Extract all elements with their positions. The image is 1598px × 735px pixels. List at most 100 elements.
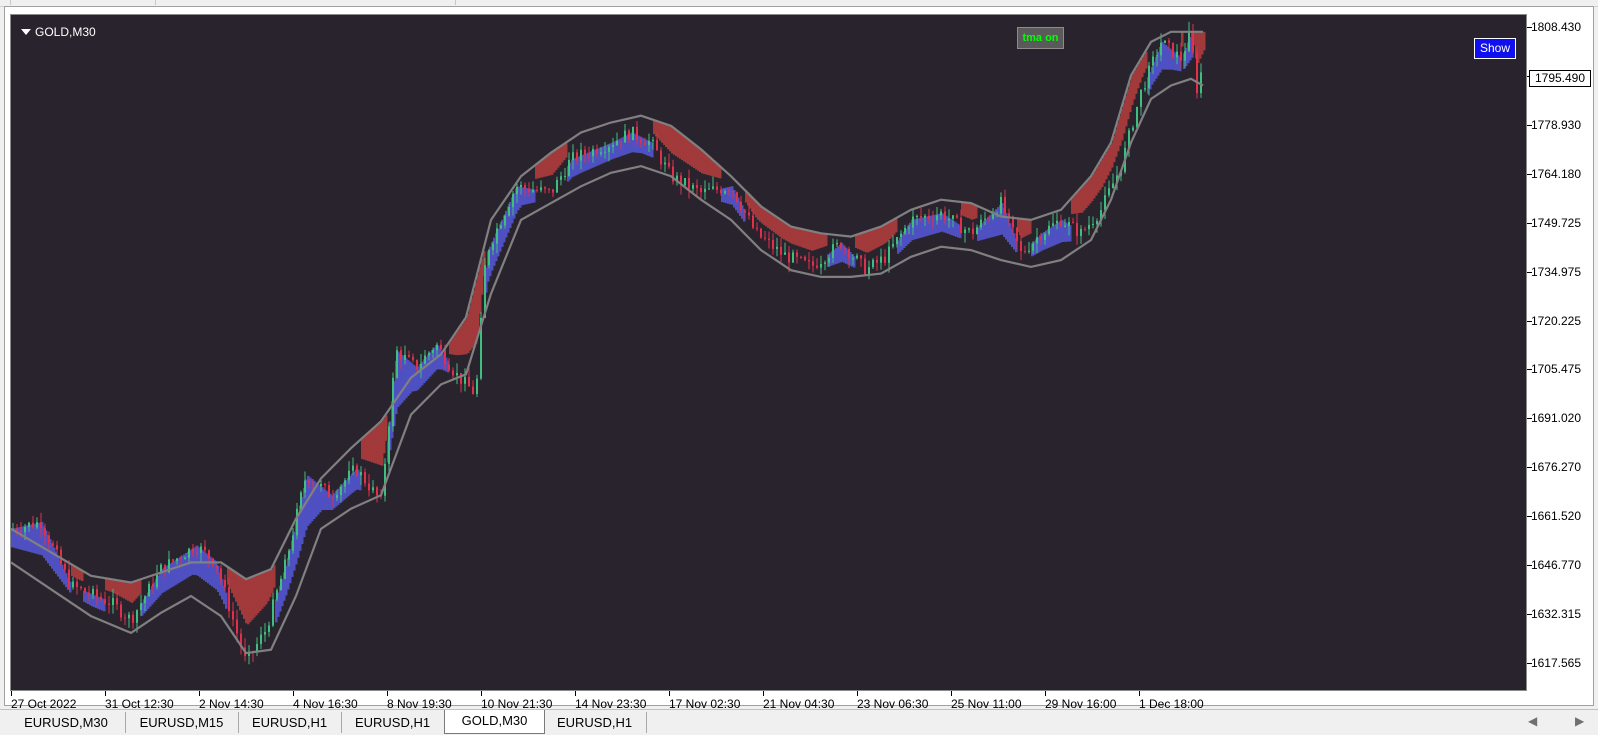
plot-area[interactable]: GOLD,M30 tma on Show <box>10 14 1527 691</box>
tma-badge[interactable]: tma on <box>1017 27 1064 49</box>
candle-body <box>728 191 730 193</box>
candle-body <box>860 255 862 259</box>
candle-body <box>1136 106 1138 128</box>
candle-body <box>400 350 402 360</box>
candle-body <box>916 215 918 217</box>
candle-body <box>1180 51 1182 61</box>
candle-body <box>600 152 602 154</box>
tma-upper-band <box>11 30 1203 584</box>
candle-body <box>436 344 438 351</box>
candle-body <box>216 565 218 569</box>
candle-body <box>580 149 582 161</box>
candle-body <box>592 148 594 157</box>
candle-body <box>944 211 946 221</box>
chart-window[interactable]: GOLD,M30 tma on Show 1808.4301793.680177… <box>4 6 1594 711</box>
candle-body <box>48 535 50 544</box>
candle-body <box>572 152 574 161</box>
tab-eurusd-h1[interactable]: EURUSD,H1 <box>543 712 647 733</box>
candle-body <box>128 614 130 619</box>
tab-eurusd-m15[interactable]: EURUSD,M15 <box>125 712 239 733</box>
price-axis-label: 1632.315 <box>1530 607 1581 622</box>
price-axis-label: 1661.520 <box>1530 509 1581 524</box>
scroll-left-icon[interactable]: ◀ <box>1528 714 1537 728</box>
price-axis-label: 1691.020 <box>1530 411 1581 426</box>
candle-body <box>492 243 494 251</box>
candle-body <box>300 492 302 509</box>
show-button[interactable]: Show <box>1474 38 1516 59</box>
candle-body <box>220 568 222 580</box>
tma-fill-slice <box>1029 219 1032 234</box>
candle-body <box>440 344 442 350</box>
candle-body <box>924 215 926 218</box>
candle-body <box>748 212 750 216</box>
candle-body <box>540 187 542 191</box>
candle-body <box>800 256 802 258</box>
candle-body <box>264 631 266 635</box>
time-tick <box>575 691 576 696</box>
tab-eurusd-h1[interactable]: EURUSD,H1 <box>238 712 342 733</box>
candle-body <box>408 354 410 357</box>
candle-body <box>296 508 298 536</box>
candle-body <box>312 483 314 485</box>
tma-fill-slice <box>139 579 142 595</box>
candle-body <box>416 359 418 370</box>
candle-body <box>624 130 626 143</box>
candle-body <box>544 187 546 189</box>
candle-body <box>928 215 930 219</box>
candle-body <box>156 573 158 588</box>
candle-body <box>552 189 554 193</box>
symbol-dropdown[interactable]: GOLD,M30 <box>21 25 96 39</box>
tma-fill-slice <box>1145 51 1148 69</box>
candle-body <box>28 522 30 527</box>
candle-body <box>912 216 914 228</box>
candle-body <box>648 140 650 146</box>
price-chart[interactable] <box>11 15 1526 690</box>
candle-body <box>900 233 902 238</box>
tab-eurusd-h1[interactable]: EURUSD,H1 <box>341 712 445 733</box>
candle-body <box>184 557 186 560</box>
candle-body <box>828 257 830 263</box>
candle-body <box>468 376 470 387</box>
candle-body <box>1112 183 1114 189</box>
candle-body <box>768 238 770 240</box>
candle-body <box>1072 222 1074 224</box>
time-tick <box>293 691 294 696</box>
candle-body <box>504 215 506 226</box>
scroll-right-icon[interactable]: ▶ <box>1575 714 1584 728</box>
candle-body <box>656 139 658 151</box>
candle-body <box>588 154 590 157</box>
candle-body <box>328 485 330 498</box>
tma-fill-slice <box>895 218 898 233</box>
candle-body <box>528 188 530 193</box>
candle-body <box>496 228 498 244</box>
candle-body <box>488 250 490 266</box>
tma-fill-slice <box>385 415 388 441</box>
candle-body <box>1104 195 1106 211</box>
candle-body <box>988 218 990 220</box>
candle-body <box>564 175 566 177</box>
tab-eurusd-m30[interactable]: EURUSD,M30 <box>7 712 126 733</box>
time-tick <box>857 691 858 696</box>
candle-body <box>228 587 230 612</box>
candle-body <box>1156 55 1158 57</box>
candle-body <box>344 480 346 487</box>
tab-gold-m30[interactable]: GOLD,M30 <box>444 710 545 734</box>
price-axis-label: 1705.475 <box>1530 362 1581 377</box>
candle-body <box>116 598 118 605</box>
candle-body <box>1192 31 1194 53</box>
candle-body <box>880 256 882 263</box>
price-axis-label: 1749.725 <box>1530 215 1581 230</box>
candle-body <box>1040 237 1042 240</box>
time-tick <box>669 691 670 696</box>
candle-body <box>536 190 538 192</box>
tma-fill-layer <box>11 31 1206 625</box>
candle-body <box>260 634 262 644</box>
candle-body <box>636 126 638 140</box>
candle-body <box>936 215 938 221</box>
candle-body <box>352 465 354 471</box>
candle-body <box>80 587 82 589</box>
candle-body <box>1108 188 1110 196</box>
candle-body <box>192 548 194 553</box>
candle-body <box>232 611 234 620</box>
candle-body <box>1188 31 1190 52</box>
